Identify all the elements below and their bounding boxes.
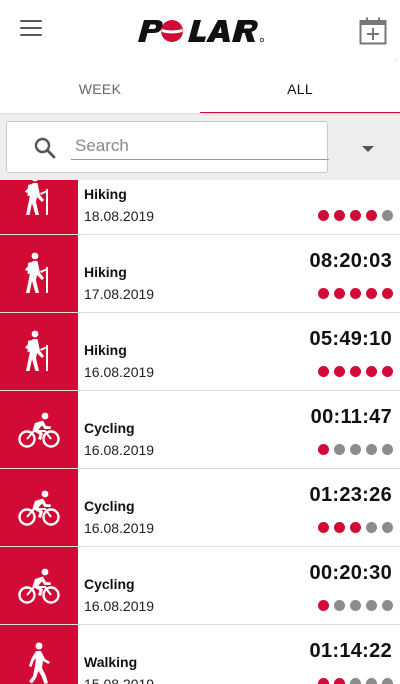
session-row[interactable]: Cycling 16.08.2019 00:20:30 <box>0 547 400 625</box>
load-dot <box>350 678 361 684</box>
session-duration: 08:20:03 <box>309 250 392 272</box>
session-row[interactable]: Walking 15.08.2019 01:14:22 <box>0 625 400 684</box>
load-dot <box>318 366 329 377</box>
session-duration: 00:20:30 <box>309 562 392 584</box>
load-dot <box>382 678 393 684</box>
hamburger-icon[interactable] <box>20 20 42 38</box>
load-dot <box>318 678 329 684</box>
load-dot <box>366 444 377 455</box>
session-row[interactable]: Cycling 16.08.2019 01:23:26 <box>0 469 400 547</box>
training-load-rating <box>313 286 393 299</box>
session-duration: 01:14:22 <box>309 640 392 662</box>
tab-week[interactable]: WEEK <box>0 62 200 114</box>
load-dot <box>382 288 393 299</box>
sport-tile <box>0 313 78 390</box>
load-dot <box>350 210 361 221</box>
load-dot <box>382 444 393 455</box>
load-dot <box>318 444 329 455</box>
search-bar <box>0 114 400 180</box>
load-dot <box>334 444 345 455</box>
session-list: Hiking 18.08.2019 Hiking 17.08.2019 08:20:03… <box>0 180 400 684</box>
training-load-rating <box>313 598 393 611</box>
session-sport: Hiking <box>84 186 127 202</box>
training-load-rating <box>313 364 393 377</box>
load-dot <box>350 444 361 455</box>
sport-tile <box>0 625 78 684</box>
session-date: 16.08.2019 <box>84 364 155 380</box>
session-duration: 00:11:47 <box>310 406 392 428</box>
session-duration: 01:23:26 <box>309 484 392 506</box>
cycling-icon <box>18 490 60 526</box>
load-dot <box>350 288 361 299</box>
hiking-icon <box>25 330 48 371</box>
session-date: 15.08.2019 <box>84 676 155 684</box>
sport-tile <box>0 235 78 312</box>
hiking-icon <box>25 252 48 293</box>
load-dot <box>366 366 377 377</box>
session-date: 16.08.2019 <box>84 520 155 536</box>
session-sport: Cycling <box>84 498 135 514</box>
calendar-add-icon[interactable] <box>358 16 388 46</box>
load-dot <box>366 210 377 221</box>
training-load-rating <box>313 676 393 684</box>
load-dot <box>350 600 361 611</box>
app-bar <box>0 0 400 62</box>
tab-bar: WEEK ALL <box>0 62 400 115</box>
load-dot <box>366 678 377 684</box>
load-dot <box>318 288 329 299</box>
sport-tile <box>0 547 78 624</box>
sport-tile <box>0 180 78 234</box>
sport-tile <box>0 391 78 468</box>
load-dot <box>366 600 377 611</box>
load-dot <box>350 522 361 533</box>
session-duration: 05:49:10 <box>309 328 392 350</box>
search-icon <box>34 137 56 159</box>
search-input[interactable] <box>71 133 329 160</box>
training-load-rating <box>313 208 393 221</box>
session-sport: Hiking <box>84 264 127 280</box>
load-dot <box>382 600 393 611</box>
load-dot <box>334 366 345 377</box>
session-date: 16.08.2019 <box>84 442 155 458</box>
session-date: 16.08.2019 <box>84 598 155 614</box>
load-dot <box>318 210 329 221</box>
load-dot <box>382 210 393 221</box>
chevron-down-icon[interactable] <box>352 136 384 160</box>
load-dot <box>382 366 393 377</box>
session-row[interactable]: Hiking 16.08.2019 05:49:10 <box>0 313 400 391</box>
load-dot <box>334 522 345 533</box>
session-row[interactable]: Hiking 17.08.2019 08:20:03 <box>0 235 400 313</box>
hiking-icon <box>25 180 48 215</box>
polar-logo <box>138 20 264 42</box>
session-row[interactable]: Hiking 18.08.2019 <box>0 180 400 235</box>
load-dot <box>318 522 329 533</box>
cycling-icon <box>18 568 60 604</box>
sport-tile <box>0 469 78 546</box>
search-box <box>6 121 329 173</box>
session-sport: Walking <box>84 654 138 670</box>
load-dot <box>382 522 393 533</box>
session-date: 18.08.2019 <box>84 208 155 224</box>
cycling-icon <box>18 412 60 448</box>
session-sport: Hiking <box>84 342 127 358</box>
session-date: 17.08.2019 <box>84 286 155 302</box>
session-sport: Cycling <box>84 576 135 592</box>
load-dot <box>334 678 345 684</box>
session-sport: Cycling <box>84 420 135 436</box>
session-row[interactable]: Cycling 16.08.2019 00:11:47 <box>0 391 400 469</box>
load-dot <box>350 366 361 377</box>
training-load-rating <box>313 442 393 455</box>
load-dot <box>366 288 377 299</box>
load-dot <box>334 210 345 221</box>
training-load-rating <box>313 520 393 533</box>
tab-all[interactable]: ALL <box>200 62 400 115</box>
load-dot <box>334 288 345 299</box>
load-dot <box>334 600 345 611</box>
walking-icon <box>29 642 50 684</box>
load-dot <box>318 600 329 611</box>
load-dot <box>366 522 377 533</box>
